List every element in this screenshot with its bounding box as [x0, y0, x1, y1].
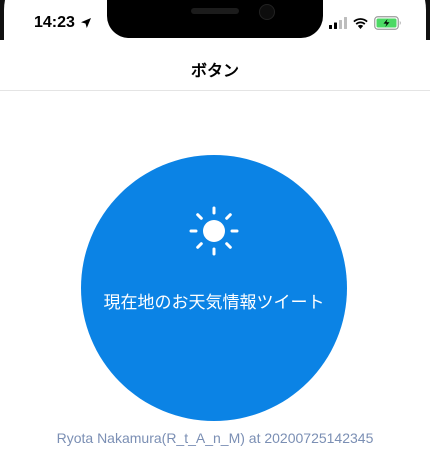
weather-tweet-label: 現在地のお天気情報ツイート	[103, 293, 325, 313]
battery-charging-icon	[374, 16, 401, 30]
location-arrow-icon	[81, 18, 91, 28]
sun-icon	[189, 206, 239, 256]
status-bar: 14:23	[0, 0, 430, 40]
wifi-icon	[353, 18, 368, 29]
weather-tweet-button[interactable]: 現在地のお天気情報ツイート	[81, 155, 347, 421]
navigation-bar: ボタン	[0, 40, 430, 91]
author-credit-watermark: Ryota Nakamura(R_t_A_n_M) at 20200725142…	[56, 430, 374, 446]
status-time: 14:23	[34, 14, 75, 31]
cellular-signal-icon	[329, 17, 347, 29]
nav-title: ボタン	[190, 61, 239, 80]
phone-frame: 14:23 ボタン 現在地のお天気情報ツイート Ryota Nakamura(R…	[0, 0, 430, 461]
